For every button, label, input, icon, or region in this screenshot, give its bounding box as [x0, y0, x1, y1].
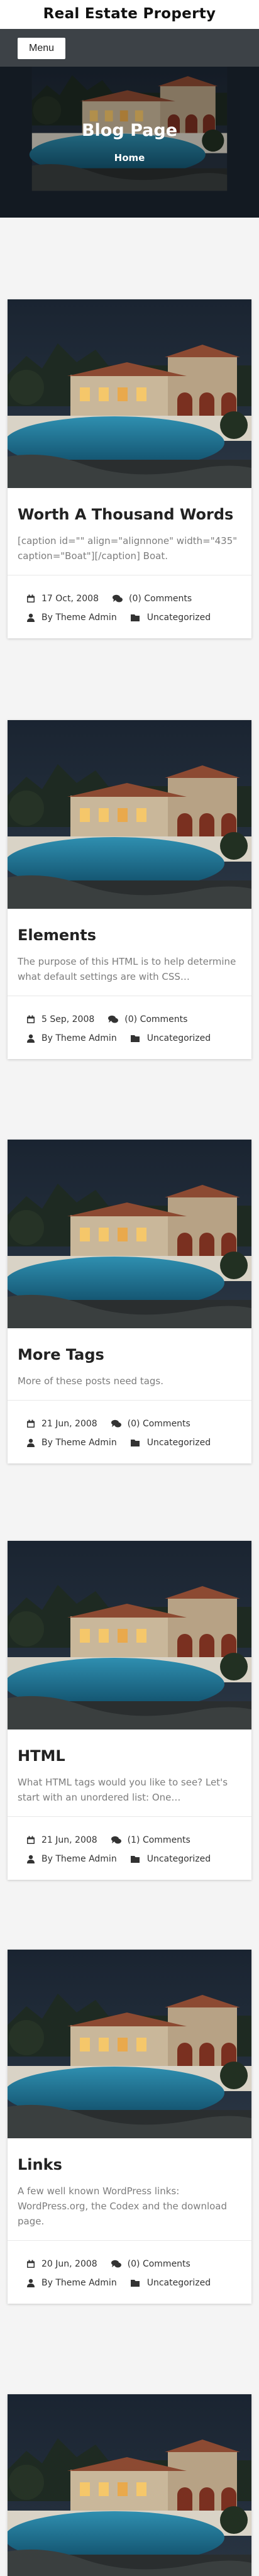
post-excerpt: A few well known WordPress links: WordPr… [18, 2185, 228, 2227]
post-author[interactable]: By Theme Admin [41, 1438, 117, 1448]
user-icon [27, 613, 35, 622]
site-title[interactable]: Real Estate Property [0, 0, 259, 29]
menu-button[interactable]: Menu [18, 38, 66, 59]
post-card: More Tags More of these posts need tags.… [8, 1140, 251, 1463]
post-comments-link[interactable]: (1) Comments [128, 1835, 190, 1845]
post-author[interactable]: By Theme Admin [41, 613, 117, 623]
comments-icon [113, 594, 123, 602]
calendar-icon [27, 2260, 35, 2268]
user-icon [27, 2279, 35, 2287]
post-excerpt: What HTML tags would you like to see? Le… [18, 1777, 228, 1803]
post-date: 21 Jun, 2008 [41, 1835, 97, 1845]
hero-banner: Blog Page Home [0, 67, 259, 218]
post-thumbnail[interactable] [8, 299, 251, 488]
post-date: 20 Jun, 2008 [41, 2259, 97, 2269]
post-excerpt: The purpose of this HTML is to help dete… [18, 956, 236, 982]
calendar-icon [27, 594, 35, 602]
calendar-icon [27, 1836, 35, 1844]
post-meta: 17 Oct, 2008 (0) Comments By Theme Admin… [8, 575, 251, 638]
post-thumbnail[interactable] [8, 1541, 251, 1729]
post-title[interactable]: Worth A Thousand Words [18, 506, 241, 523]
post-excerpt: More of these posts need tags. [18, 1375, 164, 1387]
post-title[interactable]: HTML [18, 1747, 241, 1765]
post-card: Elements The purpose of this HTML is to … [8, 720, 251, 1059]
folder-icon [130, 614, 140, 621]
user-icon [27, 1855, 35, 1863]
post-date: 21 Jun, 2008 [41, 1419, 97, 1429]
post-author[interactable]: By Theme Admin [41, 2278, 117, 2288]
post-category[interactable]: Uncategorized [147, 1438, 211, 1448]
folder-icon [130, 2280, 140, 2287]
post-comments-link[interactable]: (0) Comments [128, 1419, 190, 1429]
post-meta: 5 Sep, 2008 (0) Comments By Theme Admin … [8, 996, 251, 1059]
calendar-icon [27, 1015, 35, 1023]
comments-icon [111, 2260, 121, 2268]
post-comments-link[interactable]: (0) Comments [129, 594, 192, 604]
post-meta: 21 Jun, 2008 (0) Comments By Theme Admin… [8, 1400, 251, 1463]
post-category[interactable]: Uncategorized [147, 1033, 211, 1043]
post-comments-link[interactable]: (0) Comments [124, 1014, 187, 1024]
comments-icon [111, 1419, 121, 1428]
post-category[interactable]: Uncategorized [147, 1854, 211, 1864]
breadcrumb-home[interactable]: Home [0, 152, 259, 164]
post-category[interactable]: Uncategorized [147, 2278, 211, 2288]
post-card: Links A few well known WordPress links: … [8, 1950, 251, 2304]
folder-icon [130, 1440, 140, 1446]
page-title: Blog Page [81, 121, 178, 140]
post-meta: 21 Jun, 2008 (1) Comments By Theme Admin… [8, 1816, 251, 1880]
comments-icon [111, 1836, 121, 1844]
folder-icon [130, 1856, 140, 1863]
post-date: 5 Sep, 2008 [41, 1014, 95, 1024]
post-author[interactable]: By Theme Admin [41, 1033, 117, 1043]
post-comments-link[interactable]: (0) Comments [128, 2259, 190, 2269]
post-title[interactable]: Links [18, 2156, 241, 2174]
post-date: 17 Oct, 2008 [41, 594, 99, 604]
post-thumbnail[interactable] [8, 1950, 251, 2138]
post-category[interactable]: Uncategorized [147, 613, 211, 623]
post-card [8, 2394, 251, 2576]
user-icon [27, 1034, 35, 1043]
calendar-icon [27, 1419, 35, 1428]
comments-icon [108, 1015, 119, 1023]
post-title[interactable]: More Tags [18, 1346, 241, 1363]
post-meta: 20 Jun, 2008 (0) Comments By Theme Admin… [8, 2240, 251, 2304]
post-thumbnail[interactable] [8, 1140, 251, 1328]
post-card: HTML What HTML tags would you like to se… [8, 1541, 251, 1880]
post-title[interactable]: Elements [18, 926, 241, 944]
folder-icon [130, 1035, 140, 1042]
user-icon [27, 1438, 35, 1447]
post-thumbnail[interactable] [8, 2394, 251, 2576]
menu-bar: Menu [0, 29, 259, 67]
post-card: Worth A Thousand Words [caption id="" al… [8, 299, 251, 638]
post-excerpt: [caption id="" align="alignnone" width="… [18, 535, 238, 562]
post-author[interactable]: By Theme Admin [41, 1854, 117, 1864]
post-thumbnail[interactable] [8, 720, 251, 909]
